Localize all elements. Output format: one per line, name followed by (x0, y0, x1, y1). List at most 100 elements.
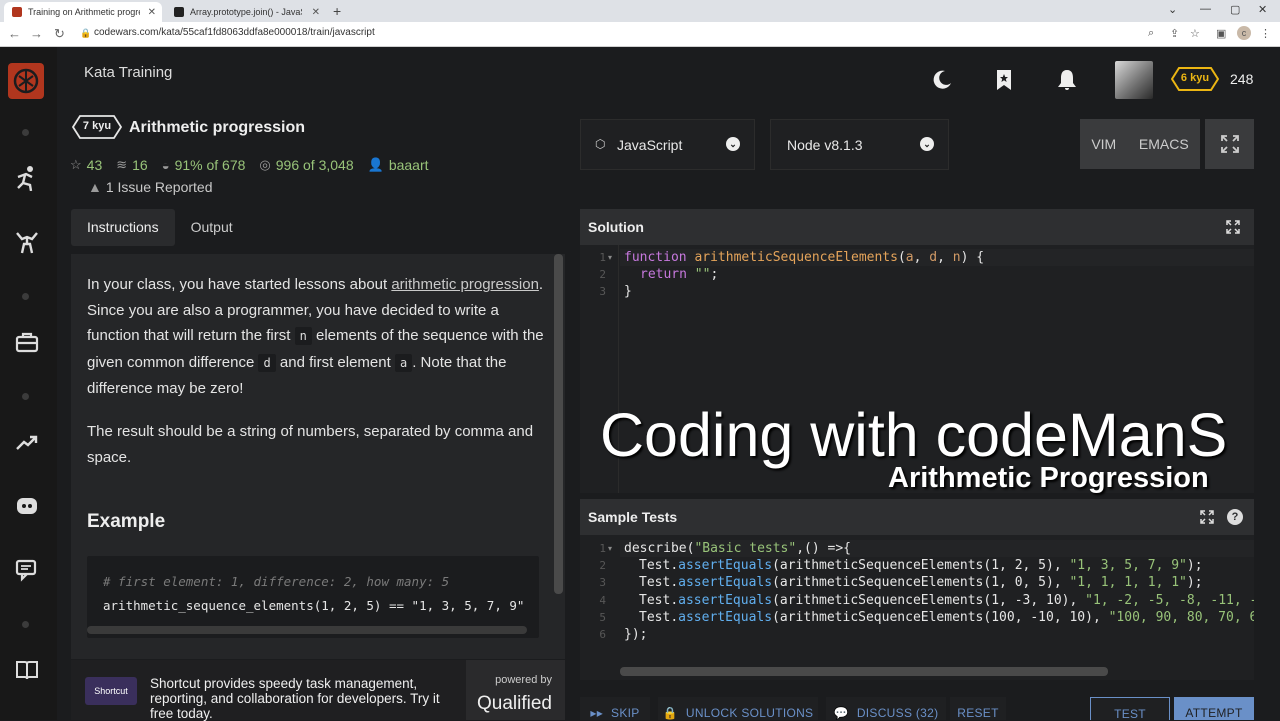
stat-stars[interactable]: ☆ 43 (70, 157, 102, 173)
help-icon[interactable]: ? (1227, 509, 1243, 525)
code-line: Test.assertEquals(arithmeticSequenceElem… (639, 575, 1203, 590)
test-button[interactable]: TEST (1090, 697, 1170, 721)
discord-icon[interactable] (14, 493, 40, 519)
section-title: Kata Training (84, 64, 173, 81)
line-number: 2 (599, 268, 606, 281)
chat-icon[interactable] (14, 557, 40, 583)
stat-author[interactable]: 👤 baaart (368, 157, 429, 173)
example-heading: Example (87, 511, 166, 532)
solution-title: Solution (588, 219, 644, 235)
vertical-scrollbar[interactable] (554, 254, 563, 594)
url-field[interactable]: codewars.com/kata/55caf1fd8063ddfa8e0000… (94, 27, 375, 38)
instructions-paragraph: In your class, you have started lessons … (87, 272, 547, 402)
nav-dot (22, 129, 29, 136)
user-rank-badge: 6 kyu (1170, 67, 1220, 91)
chevron-down-icon: ⌄ (726, 137, 740, 151)
powered-by-label: powered by (495, 674, 552, 686)
mdn-favicon-icon (174, 7, 184, 17)
browser-tab[interactable]: Array.prototype.join() - JavaScrip ✕ (166, 2, 326, 22)
author-name: baaart (388, 157, 429, 173)
powered-by-qualified[interactable]: powered by Qualified (466, 660, 565, 720)
attempt-button[interactable]: ATTEMPT (1174, 697, 1254, 720)
tab-search-icon[interactable]: ⌄ (1168, 3, 1177, 16)
fold-arrow-icon[interactable]: ▾ (608, 253, 612, 262)
video-overlay-title: Coding with codeManS (600, 401, 1228, 469)
fullscreen-button[interactable] (1205, 119, 1254, 169)
close-tab-icon[interactable]: ✕ (312, 7, 320, 18)
language-select[interactable]: ⬡ JavaScript ⌄ (580, 119, 755, 170)
issues-link[interactable]: ▲ 1 Issue Reported (88, 179, 212, 195)
lock-icon: 🔒 (80, 28, 92, 38)
kata-title: Arithmetic progression (129, 119, 306, 136)
docs-book-icon[interactable] (14, 657, 40, 683)
tab-output[interactable]: Output (175, 209, 249, 246)
sidepanel-icon[interactable]: ▣ (1216, 27, 1226, 40)
notifications-bell-icon[interactable] (1055, 68, 1079, 92)
user-avatar[interactable] (1115, 61, 1153, 99)
sample-tests-editor[interactable]: 1 ▾ 2 3 4 5 6 describe("Basic tests",() … (580, 535, 1254, 680)
profile-avatar[interactable]: c (1237, 26, 1251, 40)
line-number: 2 (599, 559, 606, 572)
code-n: n (294, 327, 312, 345)
language-value: JavaScript (617, 137, 683, 153)
maximize-icon[interactable]: ▢ (1230, 3, 1240, 16)
code-line: } (624, 284, 632, 299)
editor-mode-toggle: VIM EMACS (1080, 119, 1200, 169)
code-a: a (394, 353, 413, 372)
share-icon[interactable]: ⇪ (1170, 27, 1179, 40)
kata-rank-badge: 7 kyu (71, 115, 123, 139)
menu-kebab-icon[interactable]: ⋮ (1260, 27, 1271, 40)
codewars-logo-icon[interactable] (8, 63, 44, 99)
browser-tab[interactable]: Training on Arithmetic progressio ✕ (4, 2, 162, 22)
unlock-solutions-button[interactable]: 🔒 UNLOCK SOLUTIONS (658, 697, 818, 720)
version-select[interactable]: Node v8.1.3 ⌄ (770, 119, 949, 170)
tab-instructions[interactable]: Instructions (71, 209, 175, 246)
briefcase-icon[interactable] (14, 329, 40, 355)
discuss-label: DISCUSS (32) (856, 706, 939, 720)
fold-arrow-icon[interactable]: ▾ (608, 544, 612, 553)
arithmetic-progression-link[interactable]: arithmetic progression (391, 276, 539, 293)
line-number: 3 (599, 576, 606, 589)
horizontal-scrollbar[interactable] (87, 626, 527, 634)
bookmark-star-icon[interactable]: ☆ (1190, 27, 1200, 40)
text: In your class, you have started lessons … (87, 276, 392, 293)
bookmark-icon[interactable] (992, 68, 1016, 92)
collections-icon: ≋ (116, 157, 128, 172)
horizontal-scrollbar[interactable] (620, 667, 1108, 676)
user-rank-label: 6 kyu (1180, 72, 1210, 84)
reset-button[interactable]: RESET (950, 697, 1006, 720)
target-icon: ◎ (259, 157, 271, 172)
video-overlay-subtitle: Arithmetic Progression (888, 462, 1209, 494)
back-icon[interactable]: ← (8, 26, 21, 41)
forward-icon[interactable]: → (30, 26, 43, 41)
kumite-icon[interactable] (14, 229, 40, 255)
line-number: 1 (599, 542, 606, 555)
expand-icon[interactable] (1200, 510, 1214, 524)
code-line: describe("Basic tests",() =>{ (624, 541, 851, 556)
kata-stats: ☆ 43 ≋ 16 ◒ 91% of 678 ◎ 996 of 3,048 👤 baaar… (70, 157, 429, 173)
close-window-icon[interactable]: ✕ (1258, 3, 1267, 16)
nav-dot (22, 621, 29, 628)
close-tab-icon[interactable]: ✕ (148, 7, 156, 18)
emacs-mode-button[interactable]: EMACS (1139, 136, 1189, 152)
stat-value: 91% of 678 (174, 157, 246, 173)
discuss-button[interactable]: 💬 DISCUSS (32) (826, 697, 946, 720)
stat-value: 996 of 3,048 (275, 157, 354, 173)
zoom-icon[interactable]: ⌕ (1148, 27, 1154, 40)
expand-icon[interactable] (1226, 220, 1240, 234)
hexagon-icon: ⬡ (595, 137, 606, 151)
minimize-icon[interactable]: — (1200, 3, 1211, 15)
sample-tests-header: Sample Tests ? (580, 499, 1254, 535)
training-icon[interactable] (14, 165, 40, 191)
new-tab-button[interactable]: + (333, 3, 341, 19)
sponsor-ad[interactable]: Shortcut Shortcut provides speedy task m… (71, 660, 466, 721)
leaderboard-trend-icon[interactable] (14, 429, 40, 455)
reload-icon[interactable]: ↻ (54, 26, 65, 42)
skip-button[interactable]: ▸▸ SKIP (580, 697, 650, 720)
ad-text: Shortcut provides speedy task management… (150, 676, 440, 721)
stat-collections[interactable]: ≋ 16 (116, 157, 147, 173)
code-d: d (258, 353, 276, 372)
dark-mode-moon-icon[interactable] (930, 68, 954, 92)
vim-mode-button[interactable]: VIM (1091, 136, 1116, 152)
kata-rank-label: 7 kyu (82, 120, 112, 132)
